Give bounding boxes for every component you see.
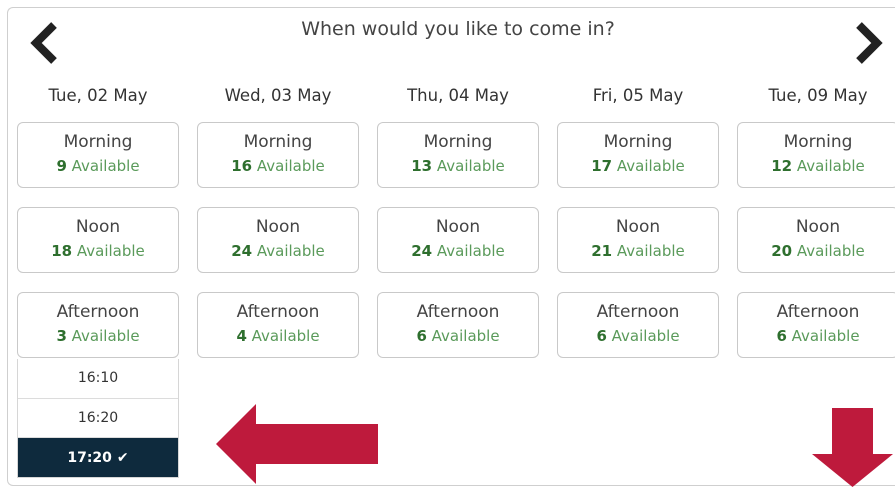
arrow-down-icon xyxy=(812,408,893,487)
availability: 18 Available xyxy=(18,242,178,260)
slot-afternoon[interactable]: Afternoon 4 Available xyxy=(197,292,359,358)
available-count: 24 xyxy=(411,242,433,260)
available-label: Available xyxy=(71,157,140,175)
available-label: Available xyxy=(76,242,145,260)
available-label: Available xyxy=(796,242,865,260)
availability: 12 Available xyxy=(738,157,895,175)
day-header: Tue, 09 May xyxy=(768,86,868,105)
available-count: 6 xyxy=(416,327,427,345)
available-label: Available xyxy=(791,327,860,345)
slot-morning[interactable]: Morning 13 Available xyxy=(377,122,539,188)
slot-noon[interactable]: Noon 24 Available xyxy=(377,207,539,273)
slot-label: Noon xyxy=(795,217,841,237)
available-count: 12 xyxy=(771,157,793,175)
available-label: Available xyxy=(256,157,325,175)
slot-label: Morning xyxy=(423,132,493,152)
slot-label: Noon xyxy=(435,217,481,237)
day-header: Thu, 04 May xyxy=(407,86,509,105)
slot-morning[interactable]: Morning 12 Available xyxy=(737,122,895,188)
slot-afternoon[interactable]: Afternoon 6 Available xyxy=(557,292,719,358)
available-count: 24 xyxy=(231,242,253,260)
available-label: Available xyxy=(436,242,505,260)
slot-label: Afternoon xyxy=(416,302,500,322)
prev-week-button[interactable] xyxy=(28,21,62,65)
availability: 6 Available xyxy=(558,327,718,345)
slot-label: Noon xyxy=(75,217,121,237)
time-list: 16:10 16:20 17:20 ✔ xyxy=(17,359,179,478)
available-label: Available xyxy=(256,242,325,260)
available-count: 4 xyxy=(236,327,247,345)
page-title: When would you like to come in? xyxy=(301,18,615,40)
availability: 9 Available xyxy=(18,157,178,175)
available-label: Available xyxy=(71,327,140,345)
available-label: Available xyxy=(616,242,685,260)
slot-label: Morning xyxy=(603,132,673,152)
availability: 3 Available xyxy=(18,327,178,345)
next-week-button[interactable] xyxy=(851,21,885,65)
slot-label: Afternoon xyxy=(56,302,140,322)
available-label: Available xyxy=(611,327,680,345)
slot-label: Noon xyxy=(615,217,661,237)
available-count: 9 xyxy=(56,157,67,175)
availability: 6 Available xyxy=(738,327,895,345)
day-header: Tue, 02 May xyxy=(48,86,148,105)
available-label: Available xyxy=(436,157,505,175)
slot-label: Afternoon xyxy=(236,302,320,322)
available-count: 6 xyxy=(776,327,787,345)
slot-noon[interactable]: Noon 21 Available xyxy=(557,207,719,273)
slot-label: Noon xyxy=(255,217,301,237)
time-option-selected[interactable]: 17:20 ✔ xyxy=(18,437,178,477)
slot-morning[interactable]: Morning 16 Available xyxy=(197,122,359,188)
available-count: 16 xyxy=(231,157,253,175)
slot-label: Morning xyxy=(243,132,313,152)
slot-noon[interactable]: Noon 18 Available xyxy=(17,207,179,273)
slot-afternoon[interactable]: Afternoon 6 Available xyxy=(737,292,895,358)
slot-label: Afternoon xyxy=(776,302,860,322)
slot-morning[interactable]: Morning 17 Available xyxy=(557,122,719,188)
availability: 13 Available xyxy=(378,157,538,175)
slot-noon[interactable]: Noon 24 Available xyxy=(197,207,359,273)
availability: 24 Available xyxy=(198,242,358,260)
chevron-left-icon xyxy=(30,22,57,64)
available-label: Available xyxy=(251,327,320,345)
availability: 17 Available xyxy=(558,157,718,175)
availability: 6 Available xyxy=(378,327,538,345)
availability: 20 Available xyxy=(738,242,895,260)
availability: 24 Available xyxy=(378,242,538,260)
slot-label: Morning xyxy=(783,132,853,152)
day-header: Fri, 05 May xyxy=(592,86,684,105)
available-count: 18 xyxy=(51,242,73,260)
time-option[interactable]: 16:20 xyxy=(18,398,178,437)
availability: 16 Available xyxy=(198,157,358,175)
available-label: Available xyxy=(616,157,685,175)
available-count: 13 xyxy=(411,157,433,175)
slot-afternoon[interactable]: Afternoon 6 Available xyxy=(377,292,539,358)
available-label: Available xyxy=(431,327,500,345)
available-count: 17 xyxy=(591,157,613,175)
arrow-left-icon xyxy=(216,404,378,484)
slot-morning[interactable]: Morning 9 Available xyxy=(17,122,179,188)
checkmark-icon: ✔ xyxy=(116,450,129,466)
available-count: 3 xyxy=(56,327,67,345)
slot-label: Morning xyxy=(63,132,133,152)
availability: 4 Available xyxy=(198,327,358,345)
time-label: 17:20 xyxy=(67,450,112,466)
available-count: 21 xyxy=(591,242,613,260)
day-header: Wed, 03 May xyxy=(224,86,332,105)
slot-label: Afternoon xyxy=(596,302,680,322)
available-label: Available xyxy=(796,157,865,175)
chevron-right-icon xyxy=(856,22,883,64)
slot-afternoon[interactable]: Afternoon 3 Available xyxy=(17,292,179,358)
slot-noon[interactable]: Noon 20 Available xyxy=(737,207,895,273)
available-count: 6 xyxy=(596,327,607,345)
available-count: 20 xyxy=(771,242,793,260)
time-option[interactable]: 16:10 xyxy=(18,359,178,398)
availability: 21 Available xyxy=(558,242,718,260)
